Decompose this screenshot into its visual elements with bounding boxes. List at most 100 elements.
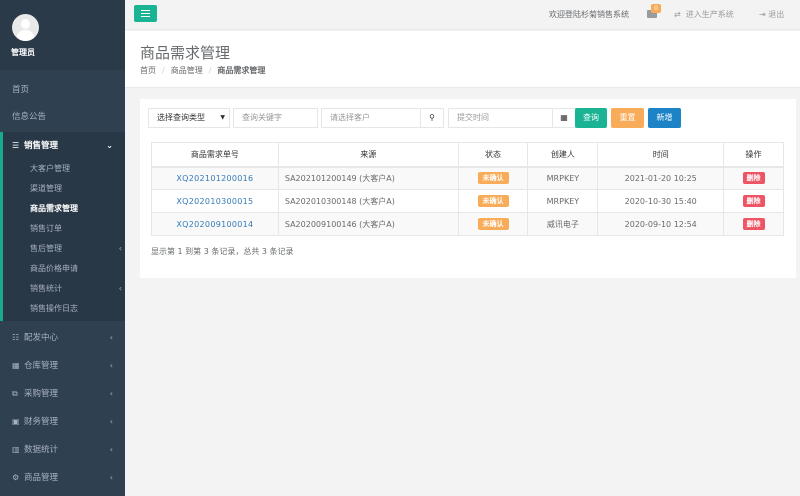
purchase-icon: ⧉ xyxy=(12,389,18,398)
col-header-time[interactable]: 时间 xyxy=(597,142,725,168)
sub-item-demand[interactable]: 商品需求管理 xyxy=(30,199,125,218)
add-button[interactable]: 新增 xyxy=(648,108,681,128)
chevron-left-icon: ‹ xyxy=(109,473,113,482)
col-header-id[interactable]: 商品需求单号 xyxy=(151,142,279,168)
exchange-icon: ⇄ xyxy=(674,10,681,19)
status-badge: 未确认 xyxy=(477,195,509,207)
action-cell: 删除 xyxy=(723,189,784,213)
search-icon[interactable]: ⚲ xyxy=(420,108,444,128)
chevron-left-icon: ‹ xyxy=(109,389,113,398)
time-cell: 2020-09-10 12:54 xyxy=(597,212,725,236)
chevron-left-icon: ‹ xyxy=(109,361,113,370)
action-cell: 删除 xyxy=(723,212,784,236)
content-box: 选择查询类型 ▼ 查询关键字 请选择客户 ⚲ 提交时间 ▦ 查询 重置 新增 商品… xyxy=(140,99,796,278)
query-button[interactable]: 查询 xyxy=(575,108,607,128)
breadcrumb-current: 商品需求管理 xyxy=(217,66,266,75)
nav-warehouse[interactable]: ▦ 仓库管理 ‹ xyxy=(0,352,125,379)
sign-out-icon: ⇥ xyxy=(759,10,766,19)
profile-area: 管理员 xyxy=(0,0,125,70)
sub-item-op-log[interactable]: 销售操作日志 xyxy=(30,299,125,318)
nav-goods[interactable]: ⚙ 商品管理 ‹ xyxy=(0,464,125,491)
delete-button[interactable]: 删除 xyxy=(742,195,765,207)
nav-sales-mgmt[interactable]: ☰ 销售管理 ⌄ xyxy=(0,132,125,159)
avatar[interactable] xyxy=(12,14,39,41)
logout-link[interactable]: ⇥ 退出 xyxy=(759,9,784,20)
hamburger-icon xyxy=(141,10,150,17)
breadcrumb-home[interactable]: 首页 xyxy=(140,66,156,75)
nav-notice[interactable]: 信息公告 xyxy=(0,104,125,131)
top-navbar: 欢迎登陆杉菊销售系统 0 ⇄ 进入生产系统 ⇥ 退出 xyxy=(125,0,800,30)
sub-item-price-apply[interactable]: 商品价格申请 xyxy=(30,259,125,278)
sub-item-sales-order[interactable]: 销售订单 xyxy=(30,219,125,238)
list-icon: ☰ xyxy=(12,141,20,150)
nav-distribution[interactable]: ☷ 配发中心 ‹ xyxy=(0,324,125,351)
table-header-row: 商品需求单号 来源 状态 创建人 时间 操作 xyxy=(151,142,784,168)
col-header-action: 操作 xyxy=(723,142,784,168)
caret-down-icon: ▼ xyxy=(220,114,225,121)
creator-cell: MRPKEY xyxy=(527,166,599,190)
page-title: 商品需求管理 xyxy=(140,44,231,62)
chevron-left-icon: ‹ xyxy=(109,445,113,454)
warehouse-icon: ▦ xyxy=(12,361,20,370)
sub-item-channel[interactable]: 渠道管理 xyxy=(30,179,125,198)
nav-home[interactable]: 首页 xyxy=(0,77,125,104)
creator-cell: 威讯电子 xyxy=(527,212,599,236)
sidebar: 管理员 首页 信息公告 ☰ 销售管理 ⌄ 大客户管理 渠道管理 商品需求管理 销售… xyxy=(0,0,125,496)
status-badge: 未确认 xyxy=(477,172,509,185)
status-cell: 未确认 xyxy=(457,189,529,213)
keyword-input[interactable]: 查询关键字 xyxy=(233,108,318,128)
status-badge: 未确认 xyxy=(477,218,509,230)
welcome-text: 欢迎登陆杉菊销售系统 xyxy=(549,10,629,19)
breadcrumb: 首页 / 商品管理 / 商品需求管理 xyxy=(140,66,266,75)
nav-purchase[interactable]: ⧉ 采购管理 ‹ xyxy=(0,380,125,407)
demand-table: 商品需求单号 来源 状态 创建人 时间 操作 XQ202101200016 SA… xyxy=(151,142,784,236)
pagination-info: 显示第 1 到第 3 条记录，总共 3 条记录 xyxy=(151,247,294,256)
query-type-select[interactable]: 选择查询类型 ▼ xyxy=(148,108,230,128)
page-heading: 商品需求管理 首页 / 商品管理 / 商品需求管理 xyxy=(125,31,800,88)
breadcrumb-goods[interactable]: 商品管理 xyxy=(171,66,203,75)
mail-count-badge: 0 xyxy=(651,4,661,13)
table-row: XQ202009100014 SA202009100146 (大客户A) 未确认… xyxy=(151,212,784,236)
col-header-creator[interactable]: 创建人 xyxy=(527,142,599,168)
sub-item-sales-stats[interactable]: 销售统计 ‹ xyxy=(30,279,125,298)
delete-button[interactable]: 删除 xyxy=(742,172,765,185)
table-row: XQ202010300015 SA202010300148 (大客户A) 未确认… xyxy=(151,189,784,213)
gears-icon: ⚙ xyxy=(12,473,20,482)
chevron-left-icon: ‹ xyxy=(118,244,122,253)
menu-toggle-button[interactable] xyxy=(134,5,157,22)
chevron-down-icon: ⌄ xyxy=(106,141,113,150)
sub-item-after-sales[interactable]: 售后管理 ‹ xyxy=(30,239,125,258)
time-cell: 2020-10-30 15:40 xyxy=(597,189,725,213)
demand-id-link[interactable]: XQ202009100014 xyxy=(151,212,279,236)
col-header-source[interactable]: 来源 xyxy=(277,142,459,168)
table-row: XQ202101200016 SA202101200149 (大客户A) 未确认… xyxy=(151,166,784,190)
action-cell: 删除 xyxy=(723,166,784,190)
nav-data-stats[interactable]: ▥ 数据统计 ‹ xyxy=(0,436,125,463)
col-header-status[interactable]: 状态 xyxy=(457,142,529,168)
demand-id-link[interactable]: XQ202010300015 xyxy=(151,189,279,213)
production-system-link[interactable]: ⇄ 进入生产系统 xyxy=(674,9,734,20)
calendar-icon[interactable]: ▦ xyxy=(552,108,576,128)
profile-name[interactable]: 管理员 xyxy=(11,47,35,58)
time-cell: 2021-01-20 10:25 xyxy=(597,166,725,190)
nav-finance[interactable]: ▣ 财务管理 ‹ xyxy=(0,408,125,435)
date-input[interactable]: 提交时间 xyxy=(448,108,553,128)
chevron-left-icon: ‹ xyxy=(109,417,113,426)
list-icon: ☷ xyxy=(12,333,20,342)
delete-button[interactable]: 删除 xyxy=(742,218,765,230)
chevron-left-icon: ‹ xyxy=(118,284,122,293)
reset-button[interactable]: 重置 xyxy=(611,108,644,128)
customer-input[interactable]: 请选择客户 xyxy=(321,108,421,128)
source-cell: SA202101200149 (大客户A) xyxy=(277,166,459,190)
finance-icon: ▣ xyxy=(12,417,20,426)
sub-item-key-customer[interactable]: 大客户管理 xyxy=(30,159,125,178)
status-cell: 未确认 xyxy=(457,212,529,236)
demand-id-link[interactable]: XQ202101200016 xyxy=(151,166,279,190)
chevron-left-icon: ‹ xyxy=(109,333,113,342)
chart-icon: ▥ xyxy=(12,445,20,454)
sales-submenu: 大客户管理 渠道管理 商品需求管理 销售订单 售后管理 ‹ 商品价格申请 销售统计… xyxy=(0,159,125,321)
status-cell: 未确认 xyxy=(457,166,529,190)
creator-cell: MRPKEY xyxy=(527,189,599,213)
source-cell: SA202010300148 (大客户A) xyxy=(277,189,459,213)
source-cell: SA202009100146 (大客户A) xyxy=(277,212,459,236)
